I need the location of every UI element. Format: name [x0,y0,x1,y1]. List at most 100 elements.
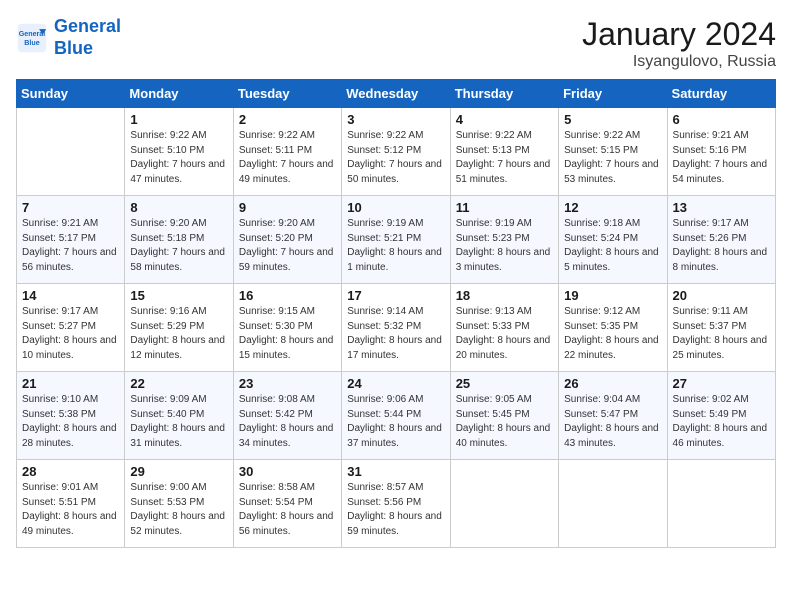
day-info: Sunrise: 9:20 AMSunset: 5:20 PMDaylight:… [239,217,336,275]
day-number: 17 [347,288,444,303]
table-row: 1 Sunrise: 9:22 AMSunset: 5:10 PMDayligh… [125,108,233,196]
day-info: Sunrise: 9:04 AMSunset: 5:47 PMDaylight:… [564,393,661,451]
day-number: 28 [22,464,119,479]
day-number: 11 [456,200,553,215]
day-number: 3 [347,112,444,127]
day-number: 8 [130,200,227,215]
table-row: 5 Sunrise: 9:22 AMSunset: 5:15 PMDayligh… [559,108,667,196]
table-row [667,460,775,548]
table-row [559,460,667,548]
col-saturday: Saturday [667,80,775,108]
day-info: Sunrise: 9:08 AMSunset: 5:42 PMDaylight:… [239,393,336,451]
table-row: 26 Sunrise: 9:04 AMSunset: 5:47 PMDaylig… [559,372,667,460]
calendar-table: Sunday Monday Tuesday Wednesday Thursday… [16,79,776,548]
day-info: Sunrise: 9:21 AMSunset: 5:17 PMDaylight:… [22,217,119,275]
day-number: 14 [22,288,119,303]
table-row: 11 Sunrise: 9:19 AMSunset: 5:23 PMDaylig… [450,196,558,284]
table-row: 15 Sunrise: 9:16 AMSunset: 5:29 PMDaylig… [125,284,233,372]
day-info: Sunrise: 8:58 AMSunset: 5:54 PMDaylight:… [239,481,336,539]
table-row: 13 Sunrise: 9:17 AMSunset: 5:26 PMDaylig… [667,196,775,284]
col-thursday: Thursday [450,80,558,108]
table-row: 8 Sunrise: 9:20 AMSunset: 5:18 PMDayligh… [125,196,233,284]
table-row: 4 Sunrise: 9:22 AMSunset: 5:13 PMDayligh… [450,108,558,196]
day-number: 7 [22,200,119,215]
day-number: 23 [239,376,336,391]
week-row-3: 21 Sunrise: 9:10 AMSunset: 5:38 PMDaylig… [17,372,776,460]
day-number: 26 [564,376,661,391]
logo-line1: General [54,16,121,36]
day-info: Sunrise: 9:14 AMSunset: 5:32 PMDaylight:… [347,305,444,363]
col-monday: Monday [125,80,233,108]
table-row: 19 Sunrise: 9:12 AMSunset: 5:35 PMDaylig… [559,284,667,372]
day-info: Sunrise: 9:22 AMSunset: 5:13 PMDaylight:… [456,129,553,187]
table-row [17,108,125,196]
day-info: Sunrise: 9:22 AMSunset: 5:11 PMDaylight:… [239,129,336,187]
table-row: 9 Sunrise: 9:20 AMSunset: 5:20 PMDayligh… [233,196,341,284]
day-info: Sunrise: 9:19 AMSunset: 5:21 PMDaylight:… [347,217,444,275]
table-row: 29 Sunrise: 9:00 AMSunset: 5:53 PMDaylig… [125,460,233,548]
day-info: Sunrise: 9:21 AMSunset: 5:16 PMDaylight:… [673,129,770,187]
day-info: Sunrise: 9:16 AMSunset: 5:29 PMDaylight:… [130,305,227,363]
day-number: 29 [130,464,227,479]
table-row: 20 Sunrise: 9:11 AMSunset: 5:37 PMDaylig… [667,284,775,372]
table-row: 21 Sunrise: 9:10 AMSunset: 5:38 PMDaylig… [17,372,125,460]
table-row: 17 Sunrise: 9:14 AMSunset: 5:32 PMDaylig… [342,284,450,372]
week-row-0: 1 Sunrise: 9:22 AMSunset: 5:10 PMDayligh… [17,108,776,196]
day-number: 5 [564,112,661,127]
table-row: 23 Sunrise: 9:08 AMSunset: 5:42 PMDaylig… [233,372,341,460]
day-number: 2 [239,112,336,127]
header-row: Sunday Monday Tuesday Wednesday Thursday… [17,80,776,108]
table-row: 10 Sunrise: 9:19 AMSunset: 5:21 PMDaylig… [342,196,450,284]
day-number: 6 [673,112,770,127]
table-row: 25 Sunrise: 9:05 AMSunset: 5:45 PMDaylig… [450,372,558,460]
day-info: Sunrise: 9:22 AMSunset: 5:15 PMDaylight:… [564,129,661,187]
table-row: 27 Sunrise: 9:02 AMSunset: 5:49 PMDaylig… [667,372,775,460]
day-number: 16 [239,288,336,303]
logo-line2: Blue [54,38,93,58]
day-number: 21 [22,376,119,391]
day-number: 18 [456,288,553,303]
day-info: Sunrise: 9:15 AMSunset: 5:30 PMDaylight:… [239,305,336,363]
day-number: 30 [239,464,336,479]
day-info: Sunrise: 9:13 AMSunset: 5:33 PMDaylight:… [456,305,553,363]
table-row: 30 Sunrise: 8:58 AMSunset: 5:54 PMDaylig… [233,460,341,548]
table-row: 2 Sunrise: 9:22 AMSunset: 5:11 PMDayligh… [233,108,341,196]
svg-text:Blue: Blue [24,39,39,47]
day-info: Sunrise: 9:22 AMSunset: 5:10 PMDaylight:… [130,129,227,187]
day-number: 15 [130,288,227,303]
table-row: 18 Sunrise: 9:13 AMSunset: 5:33 PMDaylig… [450,284,558,372]
day-info: Sunrise: 9:11 AMSunset: 5:37 PMDaylight:… [673,305,770,363]
logo: General Blue General Blue [16,16,121,59]
calendar-subtitle: Isyangulovo, Russia [582,53,776,71]
table-row: 16 Sunrise: 9:15 AMSunset: 5:30 PMDaylig… [233,284,341,372]
day-number: 27 [673,376,770,391]
table-row: 6 Sunrise: 9:21 AMSunset: 5:16 PMDayligh… [667,108,775,196]
day-info: Sunrise: 9:02 AMSunset: 5:49 PMDaylight:… [673,393,770,451]
day-info: Sunrise: 9:20 AMSunset: 5:18 PMDaylight:… [130,217,227,275]
day-number: 19 [564,288,661,303]
day-info: Sunrise: 9:06 AMSunset: 5:44 PMDaylight:… [347,393,444,451]
col-wednesday: Wednesday [342,80,450,108]
col-sunday: Sunday [17,80,125,108]
calendar-title: January 2024 [582,16,776,53]
table-row: 3 Sunrise: 9:22 AMSunset: 5:12 PMDayligh… [342,108,450,196]
table-row: 31 Sunrise: 8:57 AMSunset: 5:56 PMDaylig… [342,460,450,548]
day-number: 20 [673,288,770,303]
day-info: Sunrise: 9:22 AMSunset: 5:12 PMDaylight:… [347,129,444,187]
title-block: January 2024 Isyangulovo, Russia [582,16,776,71]
table-row: 14 Sunrise: 9:17 AMSunset: 5:27 PMDaylig… [17,284,125,372]
day-info: Sunrise: 9:17 AMSunset: 5:26 PMDaylight:… [673,217,770,275]
day-info: Sunrise: 9:17 AMSunset: 5:27 PMDaylight:… [22,305,119,363]
logo-icon: General Blue [16,22,48,54]
page-header: General Blue General Blue January 2024 I… [16,16,776,71]
table-row: 7 Sunrise: 9:21 AMSunset: 5:17 PMDayligh… [17,196,125,284]
day-number: 12 [564,200,661,215]
day-number: 13 [673,200,770,215]
day-info: Sunrise: 9:18 AMSunset: 5:24 PMDaylight:… [564,217,661,275]
day-info: Sunrise: 9:05 AMSunset: 5:45 PMDaylight:… [456,393,553,451]
col-tuesday: Tuesday [233,80,341,108]
day-info: Sunrise: 9:00 AMSunset: 5:53 PMDaylight:… [130,481,227,539]
col-friday: Friday [559,80,667,108]
week-row-1: 7 Sunrise: 9:21 AMSunset: 5:17 PMDayligh… [17,196,776,284]
logo-text: General Blue [54,16,121,59]
